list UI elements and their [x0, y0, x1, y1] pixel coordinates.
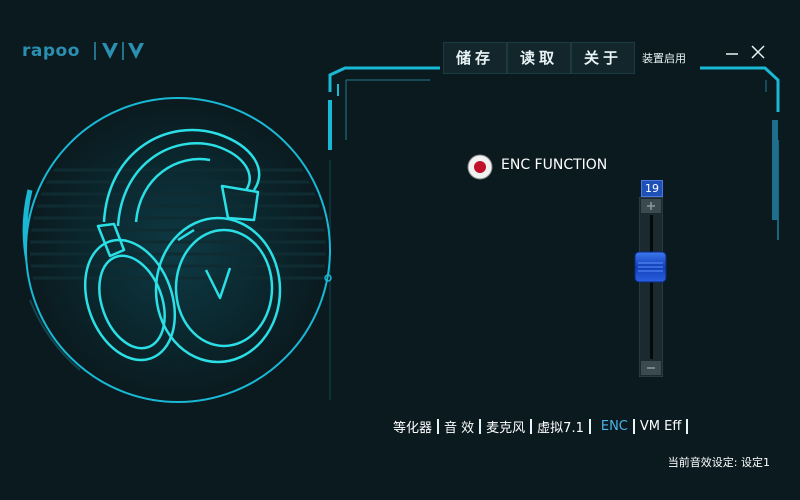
- enc-slider-knob[interactable]: [634, 251, 667, 283]
- device-enable-button[interactable]: 装置启用: [642, 50, 686, 66]
- enc-slider-track[interactable]: [639, 197, 663, 377]
- tab-vm-eff[interactable]: VM Eff: [635, 419, 686, 434]
- about-button[interactable]: 关于: [571, 42, 635, 74]
- current-setting-status: 当前音效设定: 设定1: [668, 454, 770, 470]
- headset-icon: [25, 97, 332, 403]
- brand-name: rapoo: [22, 41, 80, 61]
- tab-enc[interactable]: ENC: [591, 419, 633, 434]
- load-button[interactable]: 读取: [507, 42, 571, 74]
- tab-divider: [686, 418, 689, 434]
- rapoo-logo: rapoo: [22, 40, 152, 62]
- current-setting-value: 设定1: [741, 456, 770, 469]
- v-brand-icon: [94, 42, 144, 60]
- current-setting-label: 当前音效设定:: [667, 456, 738, 469]
- tab-sound-effects[interactable]: 音 效: [439, 417, 479, 436]
- enc-slider-value: 19: [641, 180, 663, 197]
- tab-microphone[interactable]: 麦克风: [481, 417, 530, 436]
- function-tabs: 等化器 音 效 麦克风 虚拟7.1 ENC VM Eff: [388, 416, 689, 436]
- enc-radio-icon[interactable]: [467, 154, 493, 180]
- enc-function-label: ENC FUNCTION: [501, 157, 608, 173]
- minimize-icon[interactable]: [725, 44, 739, 60]
- tab-equalizer[interactable]: 等化器: [388, 417, 437, 436]
- tab-virtual-7-1[interactable]: 虚拟7.1: [532, 417, 589, 436]
- close-icon[interactable]: [750, 44, 766, 60]
- scrollbar[interactable]: [772, 120, 778, 220]
- save-button[interactable]: 储存: [443, 42, 507, 74]
